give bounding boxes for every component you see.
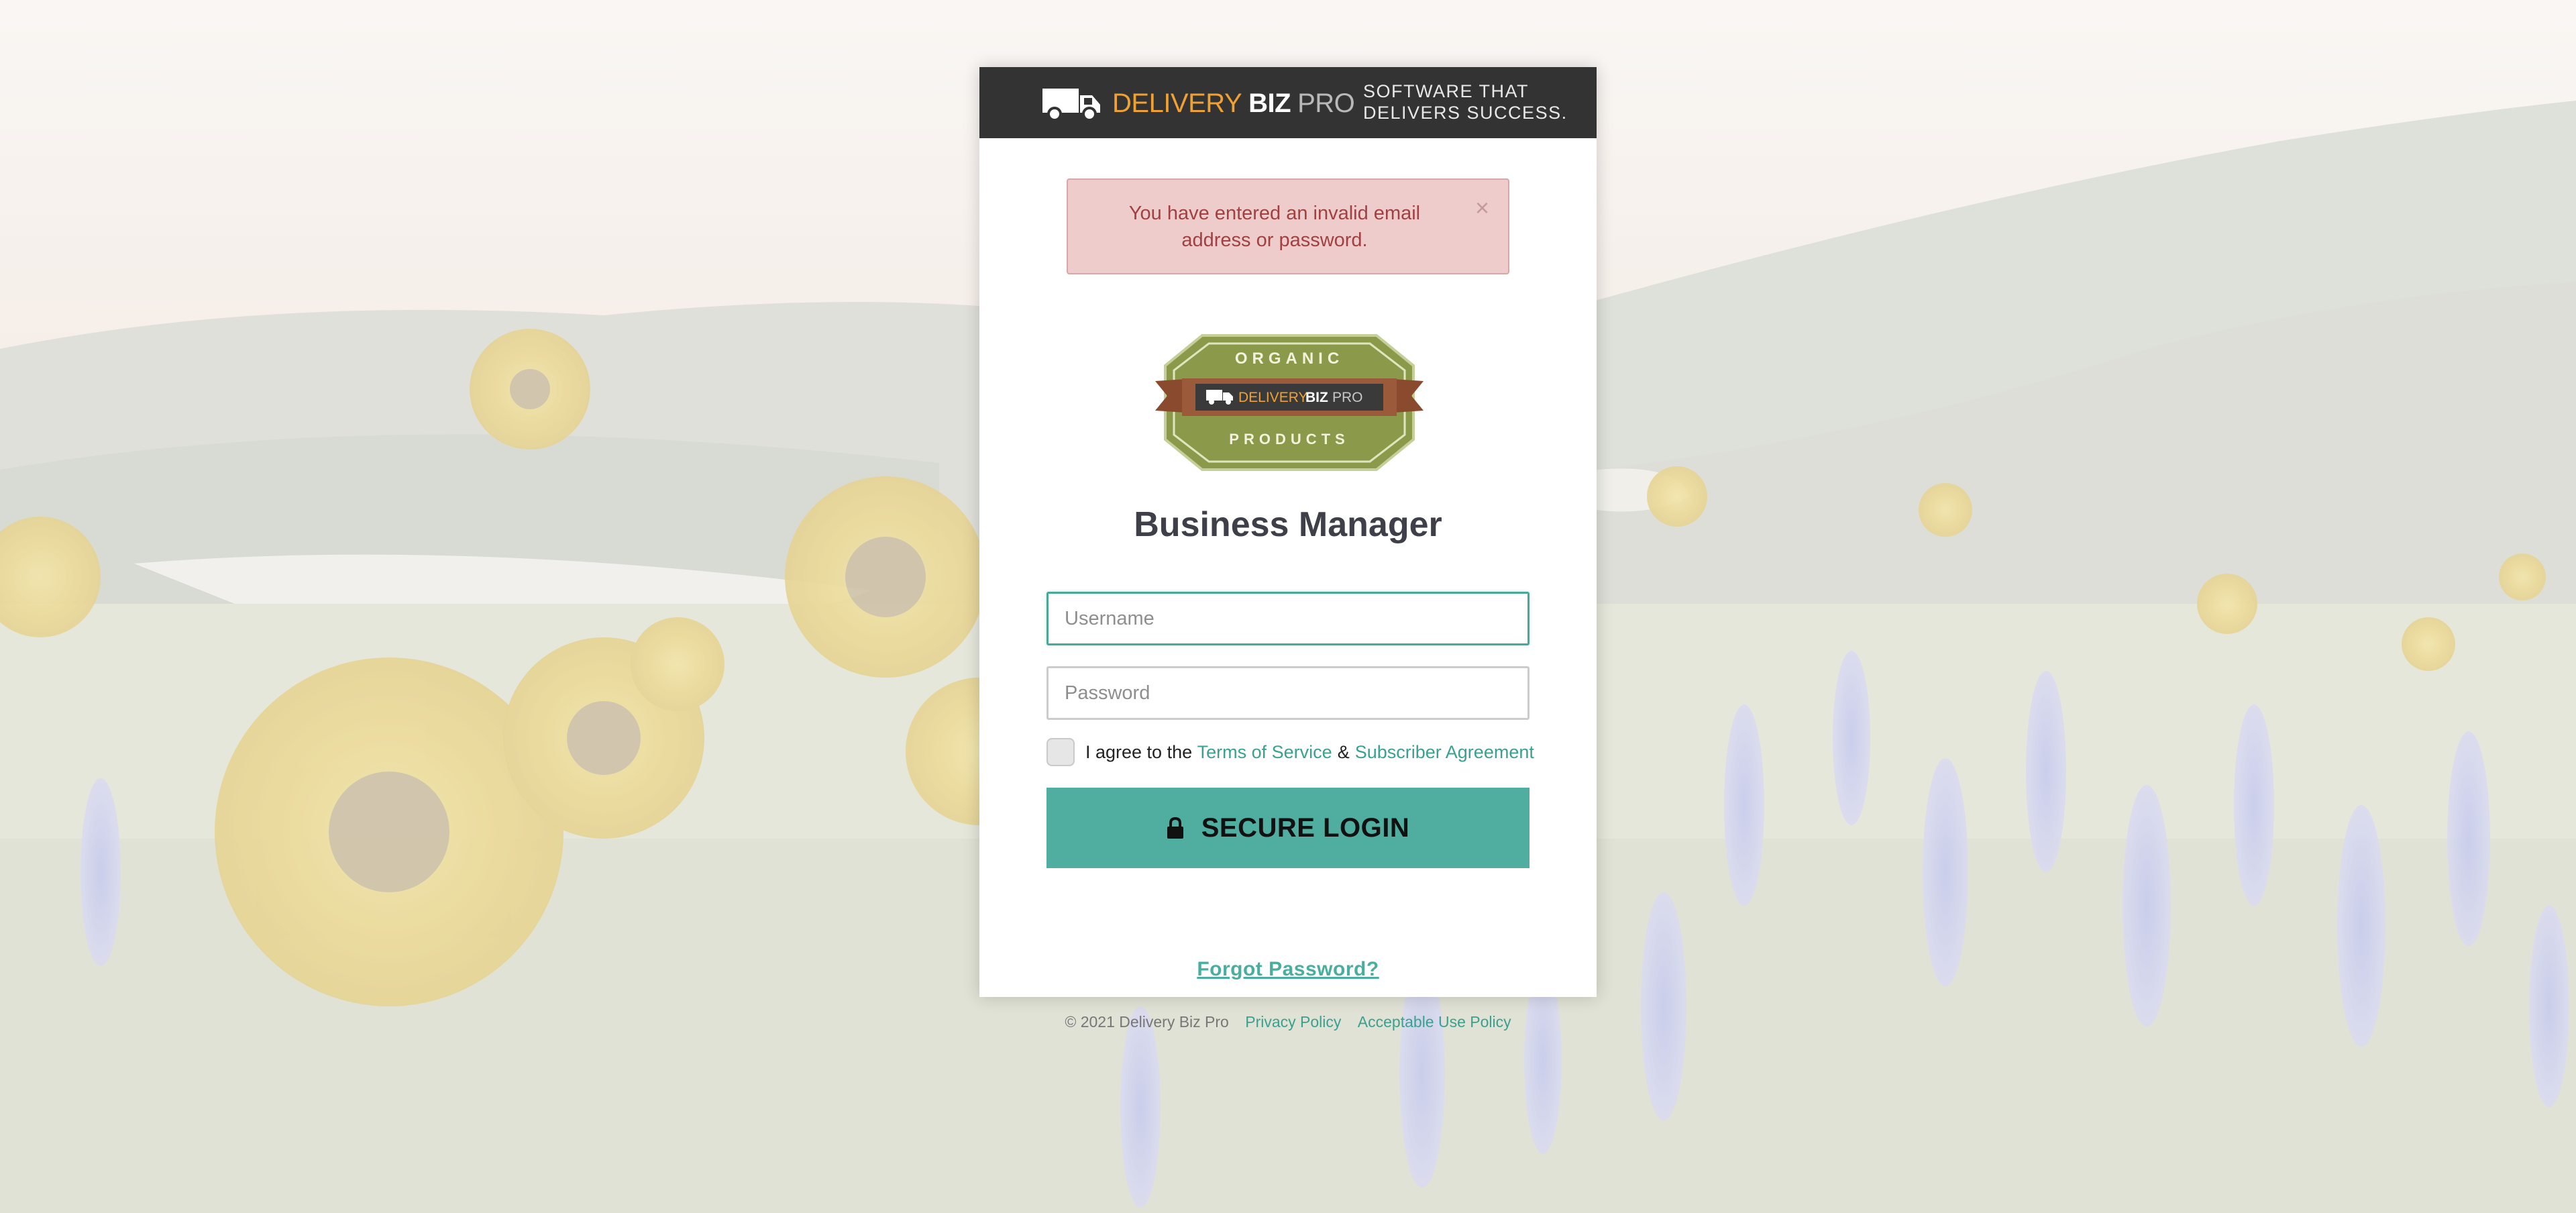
- delivery-truck-icon: [1042, 89, 1100, 121]
- tagline-line-2: DELIVERS SUCCESS.: [1363, 103, 1568, 123]
- page-title: Business Manager: [1134, 505, 1442, 544]
- terms-checkbox[interactable]: [1046, 738, 1075, 766]
- secure-login-button[interactable]: SECURE LOGIN: [1046, 788, 1529, 868]
- tagline: SOFTWARE THAT DELIVERS SUCCESS.: [1363, 81, 1568, 123]
- close-icon[interactable]: ×: [1475, 196, 1489, 220]
- brand-name: DELIVERY BIZ PRO: [1112, 88, 1355, 119]
- badge-top-text: ORGANIC: [1235, 350, 1344, 368]
- error-alert-message: You have entered an invalid email addres…: [1128, 203, 1421, 251]
- password-input[interactable]: [1046, 666, 1529, 720]
- secure-login-label: SECURE LOGIN: [1201, 812, 1410, 843]
- subscriber-agreement-link[interactable]: Subscriber Agreement: [1355, 742, 1534, 763]
- badge-brand-delivery: DELIVERY: [1238, 390, 1308, 405]
- error-alert: You have entered an invalid email addres…: [1067, 178, 1509, 274]
- brand-word-pro: PRO: [1297, 88, 1355, 118]
- badge-brand-biz: BIZ: [1305, 390, 1328, 405]
- forgot-password-link[interactable]: Forgot Password?: [1197, 958, 1379, 980]
- brand-logo[interactable]: DELIVERY BIZ PRO: [1041, 85, 1355, 122]
- terms-agreement-row: I agree to the Terms of Service & Subscrib…: [1046, 737, 1534, 768]
- terms-of-service-link[interactable]: Terms of Service: [1197, 742, 1332, 763]
- header-bar: DELIVERY BIZ PRO SOFTWARE THAT DELIVERS SU…: [979, 67, 1597, 138]
- ampersand: &: [1337, 741, 1350, 762]
- copyright-text: © 2021 Delivery Biz Pro: [1065, 1013, 1229, 1031]
- badge-bottom-text: PRODUCTS: [1229, 431, 1349, 447]
- tagline-line-1: SOFTWARE THAT: [1363, 81, 1529, 101]
- privacy-policy-link[interactable]: Privacy Policy: [1245, 1013, 1341, 1031]
- organic-products-badge: ORGANIC PRODUCTS DELIVERY BIZ PRO: [1155, 334, 1424, 471]
- footer: © 2021 Delivery Biz Pro Privacy Policy A…: [979, 1013, 1597, 1031]
- brand-word-delivery: DELIVERY: [1112, 88, 1242, 118]
- username-input[interactable]: [1046, 592, 1529, 645]
- lock-icon: [1167, 816, 1183, 839]
- forgot-password-row: Forgot Password?: [979, 958, 1597, 981]
- badge-brand-pro: PRO: [1332, 390, 1363, 405]
- acceptable-use-policy-link[interactable]: Acceptable Use Policy: [1358, 1013, 1511, 1031]
- login-card: DELIVERY BIZ PRO SOFTWARE THAT DELIVERS SU…: [979, 67, 1597, 1031]
- agree-text: I agree to the: [1085, 741, 1193, 762]
- brand-word-biz: BIZ: [1248, 88, 1291, 118]
